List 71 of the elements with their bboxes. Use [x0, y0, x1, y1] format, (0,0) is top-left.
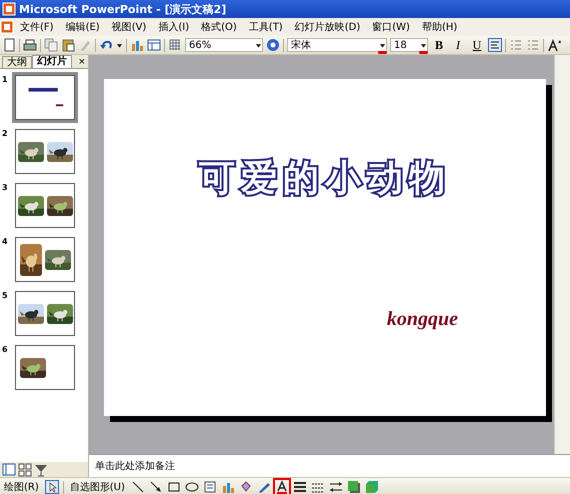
close-button[interactable]: ×: [76, 56, 88, 68]
slide-thumbnail[interactable]: [15, 237, 75, 282]
font-size-dropdown[interactable]: 18: [390, 38, 428, 52]
slide-number: 5: [2, 291, 9, 302]
font-dropdown[interactable]: 宋体: [287, 38, 387, 52]
caret-icon[interactable]: [116, 41, 123, 49]
slide-subtitle: kongque: [386, 308, 458, 331]
menu-item[interactable]: 窗口(W): [366, 20, 416, 34]
slide-show-icon[interactable]: [34, 462, 48, 476]
menu-item[interactable]: 格式(O): [195, 20, 243, 34]
menu-item[interactable]: 幻灯片放映(D): [288, 20, 366, 34]
caret-icon[interactable]: [420, 41, 427, 49]
chart-icon[interactable]: [130, 38, 144, 52]
menu-item[interactable]: 插入(I): [152, 20, 196, 34]
chart-icon[interactable]: [220, 480, 235, 494]
vertical-scrollbar[interactable]: [554, 55, 570, 454]
menu-item[interactable]: 工具(T): [242, 20, 289, 34]
select-pointer-icon[interactable]: [44, 480, 59, 494]
slide-thumbnail[interactable]: [15, 75, 75, 120]
menu-item[interactable]: 文件(F): [14, 20, 60, 34]
help-icon[interactable]: [266, 38, 280, 52]
align-left-icon[interactable]: [488, 38, 502, 52]
menu-item[interactable]: 帮助(H): [416, 20, 464, 34]
numbered-list-icon[interactable]: [509, 38, 523, 52]
slide-thumbnail[interactable]: [15, 345, 75, 390]
slide-number: 3: [2, 183, 9, 194]
document-icon[interactable]: [0, 20, 14, 34]
annotation-mark: [378, 50, 387, 54]
slide-thumbnail[interactable]: [15, 183, 75, 228]
shadow-icon[interactable]: [346, 480, 361, 494]
paste-icon[interactable]: [61, 38, 75, 52]
slide-thumbnail[interactable]: [15, 291, 75, 336]
slide-title: 可爱的小动物: [199, 154, 451, 203]
slide-thumbnail[interactable]: [15, 129, 75, 174]
window-title: Microsoft PowerPoint - [演示文稿2]: [19, 2, 226, 16]
arrow-style-icon[interactable]: [328, 480, 343, 494]
slide-number: 6: [2, 345, 9, 356]
notes-field[interactable]: 单击此处添加备注: [89, 454, 570, 477]
menu-item[interactable]: 视图(V): [106, 20, 152, 34]
normal-view-icon[interactable]: [2, 462, 16, 476]
slide-number: 2: [2, 129, 9, 140]
arrow-icon[interactable]: [148, 480, 163, 494]
grid-icon[interactable]: [168, 38, 182, 52]
app-icon: [2, 2, 16, 16]
zoom-dropdown[interactable]: 66%: [185, 38, 263, 52]
table-icon[interactable]: [147, 38, 161, 52]
annotation-mark: [419, 50, 428, 54]
rectangle-icon[interactable]: [166, 480, 181, 494]
bold-button[interactable]: B: [431, 38, 447, 52]
bullet-list-icon[interactable]: [526, 38, 540, 52]
new-document-icon[interactable]: [2, 38, 16, 52]
caret-icon[interactable]: [255, 41, 262, 49]
draw-menu[interactable]: 绘图(R): [2, 480, 41, 494]
font-color-icon[interactable]: [274, 480, 289, 494]
menu-item[interactable]: 编辑(E): [60, 20, 106, 34]
line-style-icon[interactable]: [292, 480, 307, 494]
panel-tab[interactable]: 幻灯片: [32, 55, 72, 68]
italic-button[interactable]: I: [450, 38, 466, 52]
underline-button[interactable]: U: [469, 38, 485, 52]
slide-number: 1: [2, 75, 9, 86]
slide-number: 4: [2, 237, 9, 248]
panel-tab[interactable]: 大纲: [2, 56, 32, 68]
line-icon[interactable]: [130, 480, 145, 494]
printer-icon[interactable]: [23, 38, 37, 52]
font-grow-icon[interactable]: [547, 38, 561, 52]
slide-sorter-icon[interactable]: [18, 462, 32, 476]
autoshapes-menu[interactable]: 自选图形(U): [68, 480, 127, 494]
oval-icon[interactable]: [184, 480, 199, 494]
line-color-icon[interactable]: [256, 480, 271, 494]
caret-icon[interactable]: [379, 41, 386, 49]
text-box-icon[interactable]: [202, 480, 217, 494]
